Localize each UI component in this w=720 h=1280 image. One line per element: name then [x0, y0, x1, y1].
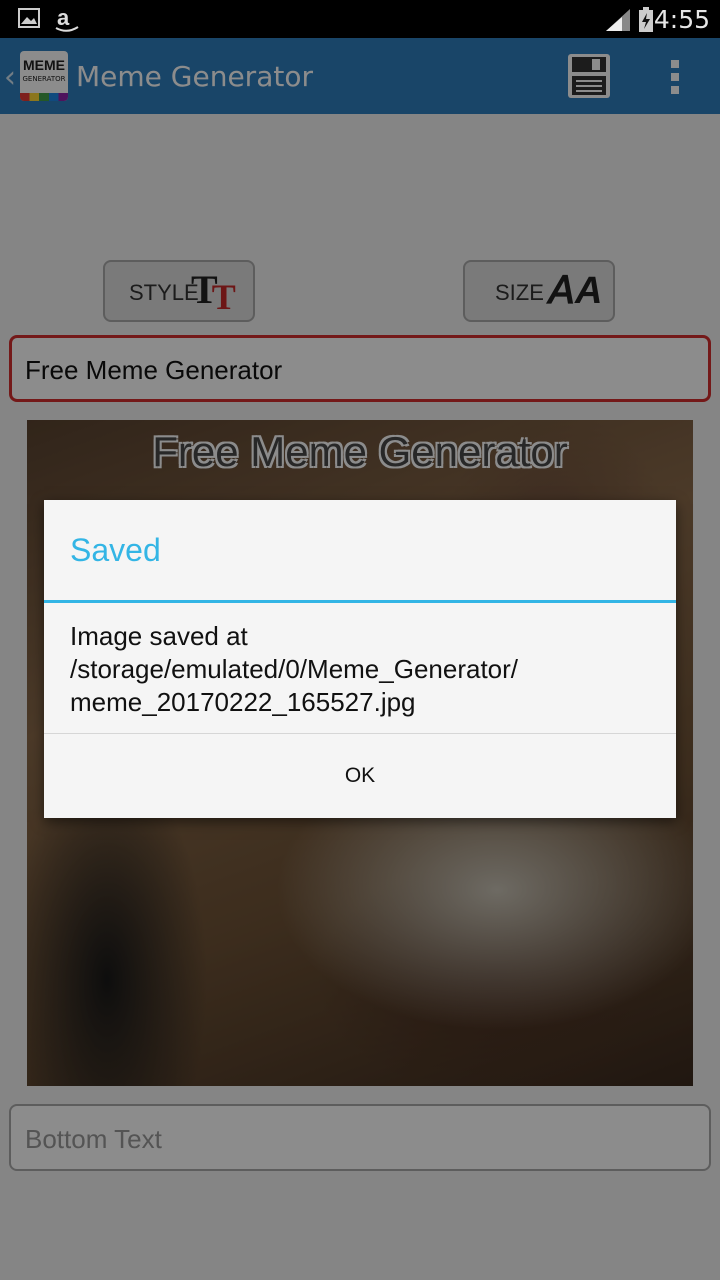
- dialog-message-line: Image saved at: [70, 621, 248, 651]
- svg-text:a: a: [57, 7, 70, 30]
- dialog-message: Image saved at /storage/emulated/0/Meme_…: [70, 620, 660, 719]
- status-bar: a 4:55: [0, 0, 720, 38]
- dialog-message-line: meme_20170222_165527.jpg: [70, 687, 416, 717]
- saved-dialog: Saved Image saved at /storage/emulated/0…: [44, 500, 676, 818]
- clock: 4:55: [653, 5, 710, 34]
- actionbar-dim-overlay: [0, 38, 720, 114]
- gallery-notification-icon: [18, 8, 40, 28]
- dialog-message-line: /storage/emulated/0/Meme_Generator/: [70, 654, 519, 684]
- dialog-title-divider: [44, 600, 676, 603]
- ok-button[interactable]: OK: [44, 734, 676, 818]
- amazon-notification-icon: a: [55, 7, 79, 32]
- dialog-title: Saved: [70, 532, 161, 568]
- signal-icon: [606, 9, 630, 31]
- battery-charging-icon: [639, 7, 653, 32]
